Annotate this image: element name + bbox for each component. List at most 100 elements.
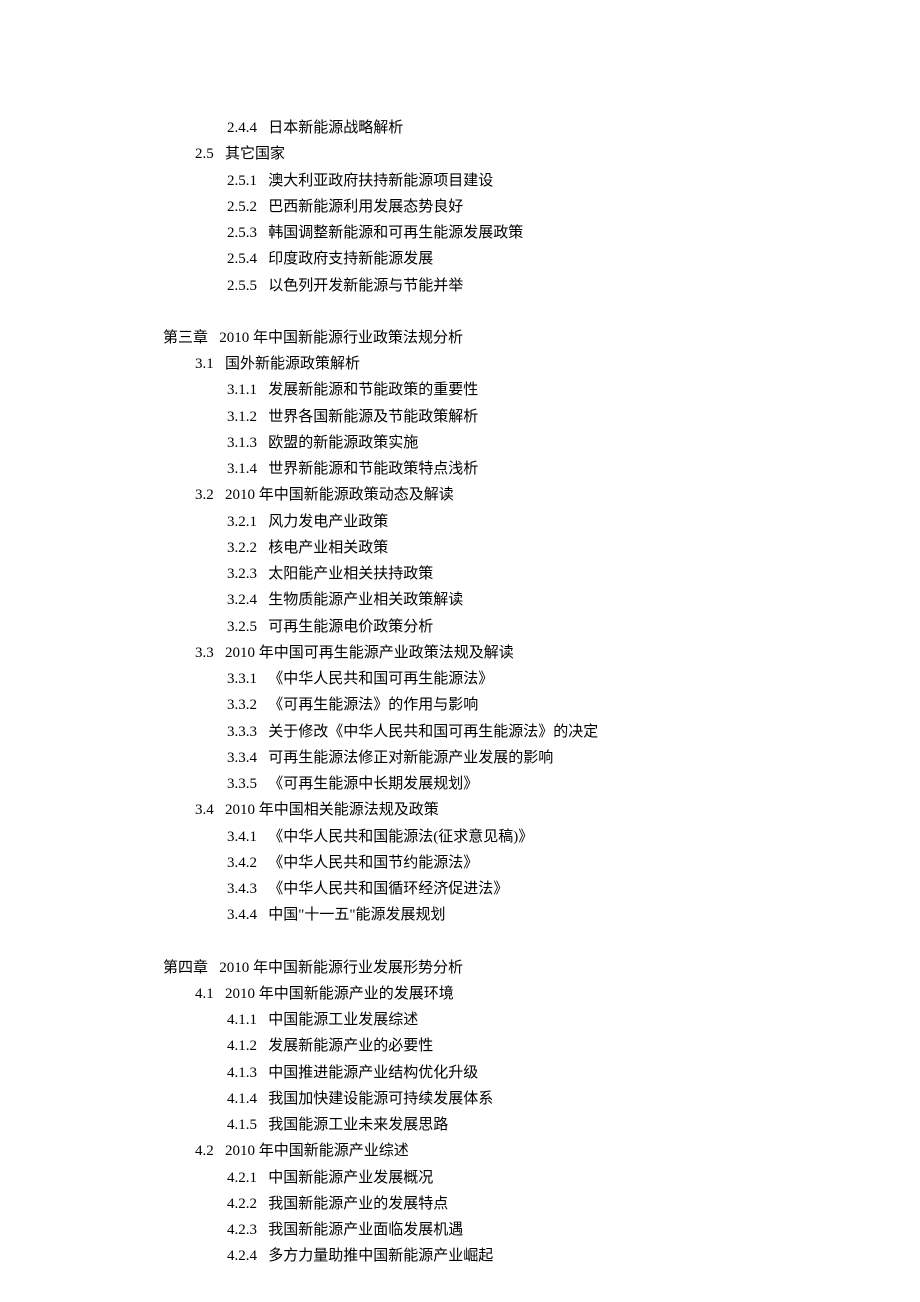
toc-title: 2010 年中国新能源行业政策法规分析 (219, 330, 463, 346)
toc-entry: 4.1 2010 年中国新能源产业的发展环境 (195, 981, 820, 1007)
toc-number: 3.3.3 (227, 719, 257, 745)
toc-number: 4.1.2 (227, 1033, 257, 1059)
toc-number: 3.3.4 (227, 745, 257, 771)
toc-entry: 3.2 2010 年中国新能源政策动态及解读 (195, 482, 820, 508)
toc-entry: 3.3.2 《可再生能源法》的作用与影响 (227, 692, 820, 718)
toc-number: 3.4 (195, 797, 214, 823)
toc-number: 2.4.4 (227, 115, 257, 141)
toc-number: 2.5 (195, 141, 214, 167)
toc-title: 我国新能源产业面临发展机遇 (268, 1222, 463, 1238)
blank-line (163, 299, 820, 325)
toc-gap (257, 671, 268, 687)
toc-title: 中国能源工业发展综述 (268, 1012, 418, 1028)
toc-number: 2.5.5 (227, 273, 257, 299)
toc-title: 国外新能源政策解析 (225, 356, 360, 372)
toc-entry: 4.2.4 多方力量助推中国新能源产业崛起 (227, 1243, 820, 1269)
toc-number: 3.4.1 (227, 824, 257, 850)
toc-number: 4.2.1 (227, 1165, 257, 1191)
toc-gap (257, 592, 268, 608)
toc-title: 我国能源工业未来发展思路 (268, 1117, 448, 1133)
toc-entry: 3.2.5 可再生能源电价政策分析 (227, 614, 820, 640)
toc-number: 3.2.3 (227, 561, 257, 587)
toc-gap (214, 986, 225, 1002)
toc-gap (257, 1196, 268, 1212)
toc-number: 第三章 (163, 325, 208, 351)
toc-title: 《中华人民共和国循环经济促进法》 (268, 881, 508, 897)
toc-entry: 2.5.5 以色列开发新能源与节能并举 (227, 273, 820, 299)
toc-number: 4.1.5 (227, 1112, 257, 1138)
toc-title: 发展新能源和节能政策的重要性 (268, 382, 478, 398)
toc-gap (214, 1143, 225, 1159)
toc-entry: 3.1.2 世界各国新能源及节能政策解析 (227, 404, 820, 430)
toc-entry: 4.1.5 我国能源工业未来发展思路 (227, 1112, 820, 1138)
toc-entry: 2.5 其它国家 (195, 141, 820, 167)
toc-number: 3.2.4 (227, 587, 257, 613)
toc-title: 我国加快建设能源可持续发展体系 (268, 1091, 493, 1107)
toc-entry: 3.4.1 《中华人民共和国能源法(征求意见稿)》 (227, 824, 820, 850)
toc-number: 4.2 (195, 1138, 214, 1164)
toc-gap (257, 750, 268, 766)
toc-title: 《可再生能源中长期发展规划》 (268, 776, 478, 792)
toc-entry: 3.3.5 《可再生能源中长期发展规划》 (227, 771, 820, 797)
toc-entry: 4.1.4 我国加快建设能源可持续发展体系 (227, 1086, 820, 1112)
toc-title: 2010 年中国新能源产业综述 (225, 1143, 409, 1159)
toc-title: 中国推进能源产业结构优化升级 (268, 1065, 478, 1081)
toc-number: 3.3.5 (227, 771, 257, 797)
toc-title: 巴西新能源利用发展态势良好 (268, 199, 463, 215)
toc-entry: 3.3 2010 年中国可再生能源产业政策法规及解读 (195, 640, 820, 666)
toc-gap (257, 382, 268, 398)
toc-number: 4.1.1 (227, 1007, 257, 1033)
toc-gap (257, 278, 268, 294)
toc-entry: 2.5.2 巴西新能源利用发展态势良好 (227, 194, 820, 220)
toc-entry: 4.2.3 我国新能源产业面临发展机遇 (227, 1217, 820, 1243)
toc-gap (214, 645, 225, 661)
toc-title: 2010 年中国新能源产业的发展环境 (225, 986, 454, 1002)
toc-title: 《中华人民共和国节约能源法》 (268, 855, 478, 871)
toc-title: 风力发电产业政策 (268, 514, 388, 530)
toc-number: 2.5.1 (227, 168, 257, 194)
toc-entry: 3.1.4 世界新能源和节能政策特点浅析 (227, 456, 820, 482)
toc-gap (257, 566, 268, 582)
toc-title: 韩国调整新能源和可再生能源发展政策 (268, 225, 523, 241)
toc-number: 3.2 (195, 482, 214, 508)
toc-number: 3.1.3 (227, 430, 257, 456)
toc-number: 4.1.4 (227, 1086, 257, 1112)
toc-entry: 3.2.4 生物质能源产业相关政策解读 (227, 587, 820, 613)
toc-entry: 4.1.2 发展新能源产业的必要性 (227, 1033, 820, 1059)
toc-gap (257, 1012, 268, 1028)
toc-entry: 4.2.2 我国新能源产业的发展特点 (227, 1191, 820, 1217)
toc-entry: 3.1 国外新能源政策解析 (195, 351, 820, 377)
toc-number: 3.1.1 (227, 377, 257, 403)
toc-title: 日本新能源战略解析 (268, 120, 403, 136)
toc-number: 4.2.3 (227, 1217, 257, 1243)
toc-title: 2010 年中国可再生能源产业政策法规及解读 (225, 645, 514, 661)
toc-entry: 4.2.1 中国新能源产业发展概况 (227, 1165, 820, 1191)
toc-gap (257, 855, 268, 871)
toc-number: 4.2.2 (227, 1191, 257, 1217)
toc-gap (208, 330, 219, 346)
toc-title: 印度政府支持新能源发展 (268, 251, 433, 267)
toc-title: 核电产业相关政策 (268, 540, 388, 556)
toc-number: 3.2.5 (227, 614, 257, 640)
toc-number: 3.1.2 (227, 404, 257, 430)
toc-entry: 3.1.1 发展新能源和节能政策的重要性 (227, 377, 820, 403)
toc-number: 3.1.4 (227, 456, 257, 482)
toc-gap (257, 1170, 268, 1186)
toc-entry: 2.4.4 日本新能源战略解析 (227, 115, 820, 141)
toc-title: 可再生能源法修正对新能源产业发展的影响 (268, 750, 553, 766)
toc-gap (257, 697, 268, 713)
toc-entry: 2.5.4 印度政府支持新能源发展 (227, 246, 820, 272)
toc-title: 其它国家 (225, 146, 285, 162)
toc-number: 2.5.4 (227, 246, 257, 272)
toc-gap (257, 251, 268, 267)
toc-title: 太阳能产业相关扶持政策 (268, 566, 433, 582)
toc-title: 欧盟的新能源政策实施 (268, 435, 418, 451)
toc-gap (257, 225, 268, 241)
toc-title: 2010 年中国相关能源法规及政策 (225, 802, 439, 818)
toc-gap (257, 724, 268, 740)
toc-title: 生物质能源产业相关政策解读 (268, 592, 463, 608)
toc-gap (257, 829, 268, 845)
toc-gap (257, 1038, 268, 1054)
toc-gap (214, 146, 225, 162)
toc-entry: 3.4 2010 年中国相关能源法规及政策 (195, 797, 820, 823)
